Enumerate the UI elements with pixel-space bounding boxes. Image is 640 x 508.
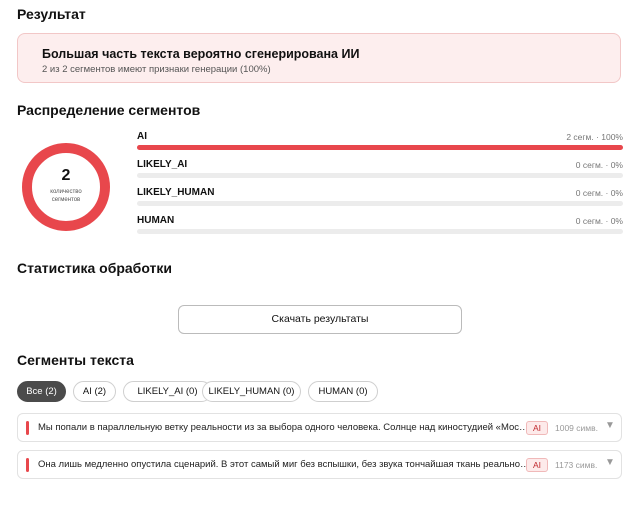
distribution-row-likely-ai: LIKELY_AI 0 сегм. · 0% [137, 159, 623, 181]
distribution-row-value: 2 сегм. · 100% [566, 132, 623, 142]
filter-chip-ai[interactable]: AI (2) [73, 381, 116, 402]
distribution-row-value: 0 сегм. · 0% [575, 216, 623, 226]
segment-item[interactable]: Мы попали в параллельную ветку реальност… [17, 413, 622, 442]
segment-length: 1009 симв. [555, 423, 598, 433]
result-title: Большая часть текста вероятно сгенериров… [42, 47, 360, 61]
segment-text: Мы попали в параллельную ветку реальност… [38, 422, 532, 433]
segment-badge: AI [526, 458, 548, 472]
donut-ring [22, 143, 110, 231]
stats-heading: Статистика обработки [17, 260, 173, 276]
segment-marker [26, 458, 29, 472]
segment-text: Она лишь медленно опустила сценарий. В э… [38, 459, 532, 470]
distribution-track [137, 229, 623, 234]
donut-count: 2 [61, 167, 71, 184]
distribution-row-name: LIKELY_HUMAN [137, 187, 215, 198]
distribution-row-name: HUMAN [137, 215, 175, 226]
result-subtitle: 2 из 2 сегментов имеют признаки генераци… [42, 64, 271, 75]
segment-marker [26, 421, 29, 435]
distribution-heading: Распределение сегментов [17, 102, 201, 118]
donut-label: количество сегментов [50, 189, 82, 203]
distribution-row-name: LIKELY_AI [137, 159, 188, 170]
segment-item[interactable]: Она лишь медленно опустила сценарий. В э… [17, 450, 622, 479]
distribution-track [137, 201, 623, 206]
result-card: Большая часть текста вероятно сгенериров… [17, 33, 621, 83]
distribution-track [137, 145, 623, 150]
chevron-down-icon[interactable]: ▼ [605, 457, 615, 468]
distribution-row-value: 0 сегм. · 0% [575, 160, 623, 170]
filter-chip-human[interactable]: HUMAN (0) [308, 381, 378, 402]
distribution-track [137, 173, 623, 178]
distribution-row-human: HUMAN 0 сегм. · 0% [137, 215, 623, 237]
result-heading: Результат [17, 6, 86, 22]
filter-chip-likely-human[interactable]: LIKELY_HUMAN (0) [202, 381, 301, 402]
segments-donut-chart: 2 количество сегментов [22, 143, 110, 231]
segment-length: 1173 симв. [555, 460, 598, 470]
distribution-fill [137, 145, 623, 150]
distribution-row-likely-human: LIKELY_HUMAN 0 сегм. · 0% [137, 187, 623, 209]
filter-chip-likely-ai[interactable]: LIKELY_AI (0) [123, 381, 212, 402]
segments-heading: Сегменты текста [17, 352, 134, 368]
filter-chip-all[interactable]: Все (2) [17, 381, 66, 402]
segment-badge: AI [526, 421, 548, 435]
distribution-row-ai: AI 2 сегм. · 100% [137, 131, 623, 153]
distribution-row-name: AI [137, 131, 147, 142]
download-results-button[interactable]: Скачать результаты [178, 305, 462, 334]
chevron-down-icon[interactable]: ▼ [605, 420, 615, 431]
distribution-row-value: 0 сегм. · 0% [575, 188, 623, 198]
